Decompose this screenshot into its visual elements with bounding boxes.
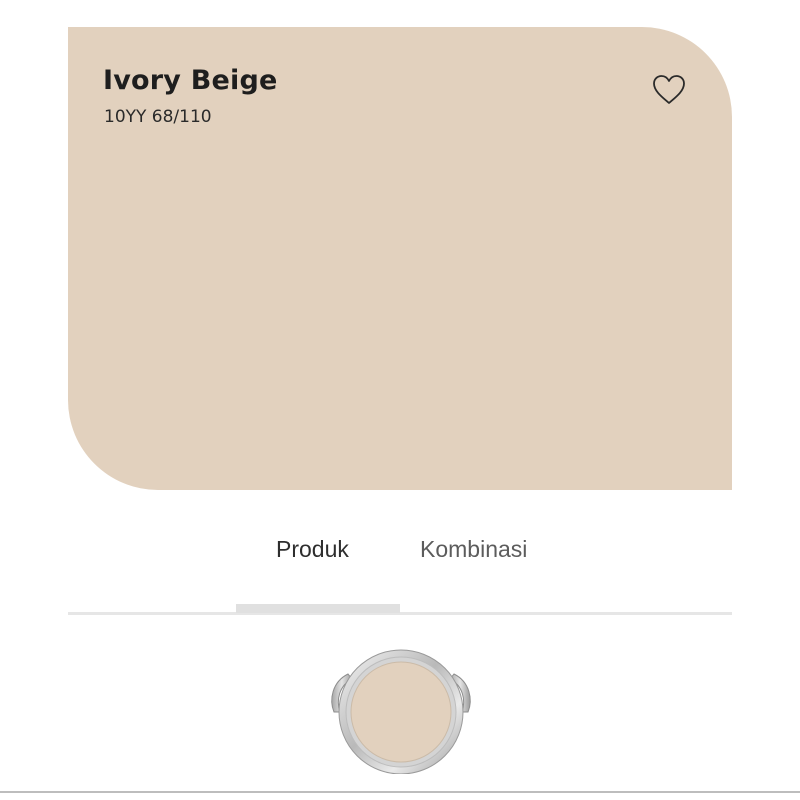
product-paint-can[interactable] [326, 648, 476, 775]
color-name: Ivory Beige [103, 65, 278, 96]
bottom-divider [0, 791, 800, 793]
color-detail-page: Ivory Beige 10YY 68/110 Produk Kombinasi [0, 0, 800, 800]
color-swatch-card: Ivory Beige 10YY 68/110 [68, 27, 732, 490]
heart-outline-icon [653, 75, 685, 104]
tab-produk[interactable]: Produk [276, 536, 349, 563]
active-tab-indicator [236, 604, 400, 613]
favorite-button[interactable] [651, 72, 687, 108]
tab-bar: Produk Kombinasi [68, 520, 732, 616]
color-code: 10YY 68/110 [104, 107, 212, 127]
tabs-divider [68, 612, 732, 615]
tab-kombinasi[interactable]: Kombinasi [420, 536, 527, 563]
paint-can-icon [331, 649, 471, 775]
